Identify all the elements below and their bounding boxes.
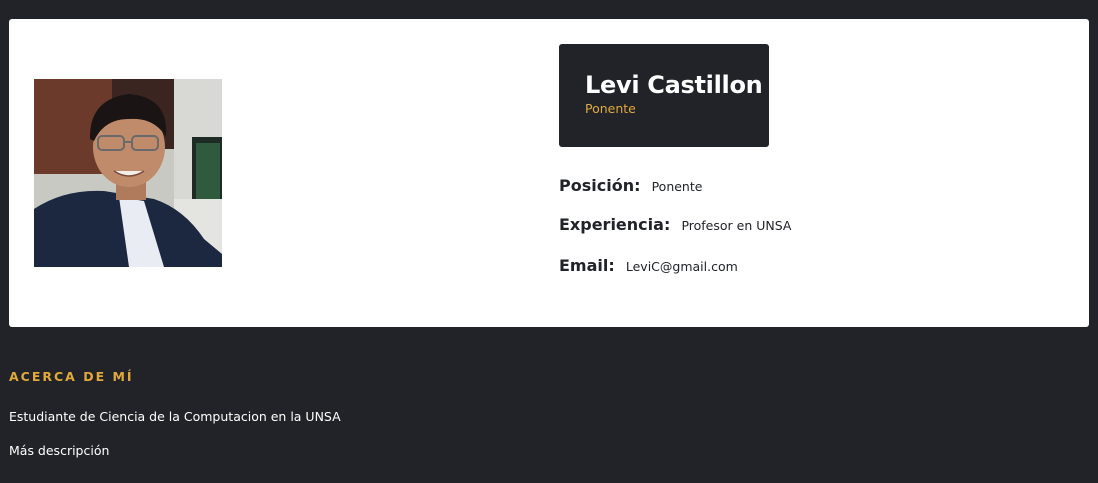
profile-photo — [34, 79, 222, 267]
email-value: LeviC@gmail.com — [625, 259, 738, 274]
experience-row: Experiencia: Profesor en UNSA — [559, 215, 791, 234]
email-row: Email: LeviC@gmail.com — [559, 256, 738, 275]
about-line: Estudiante de Ciencia de la Computacion … — [9, 409, 341, 424]
position-row: Posición: Ponente — [559, 176, 702, 195]
profile-name: Levi Castillon — [585, 71, 763, 99]
position-label: Posición: — [559, 176, 641, 195]
experience-value: Profesor en UNSA — [681, 218, 792, 233]
about-title: ACERCA DE MÍ — [9, 369, 134, 384]
experience-label: Experiencia: — [559, 215, 671, 234]
profile-role: Ponente — [585, 101, 636, 116]
about-line: Más descripción — [9, 443, 110, 458]
email-label: Email: — [559, 256, 615, 275]
name-header: Levi Castillon Ponente — [559, 44, 769, 147]
profile-photo-image — [34, 79, 222, 267]
profile-card: Levi Castillon Ponente Posición: Ponente… — [9, 19, 1089, 327]
position-value: Ponente — [651, 179, 703, 194]
